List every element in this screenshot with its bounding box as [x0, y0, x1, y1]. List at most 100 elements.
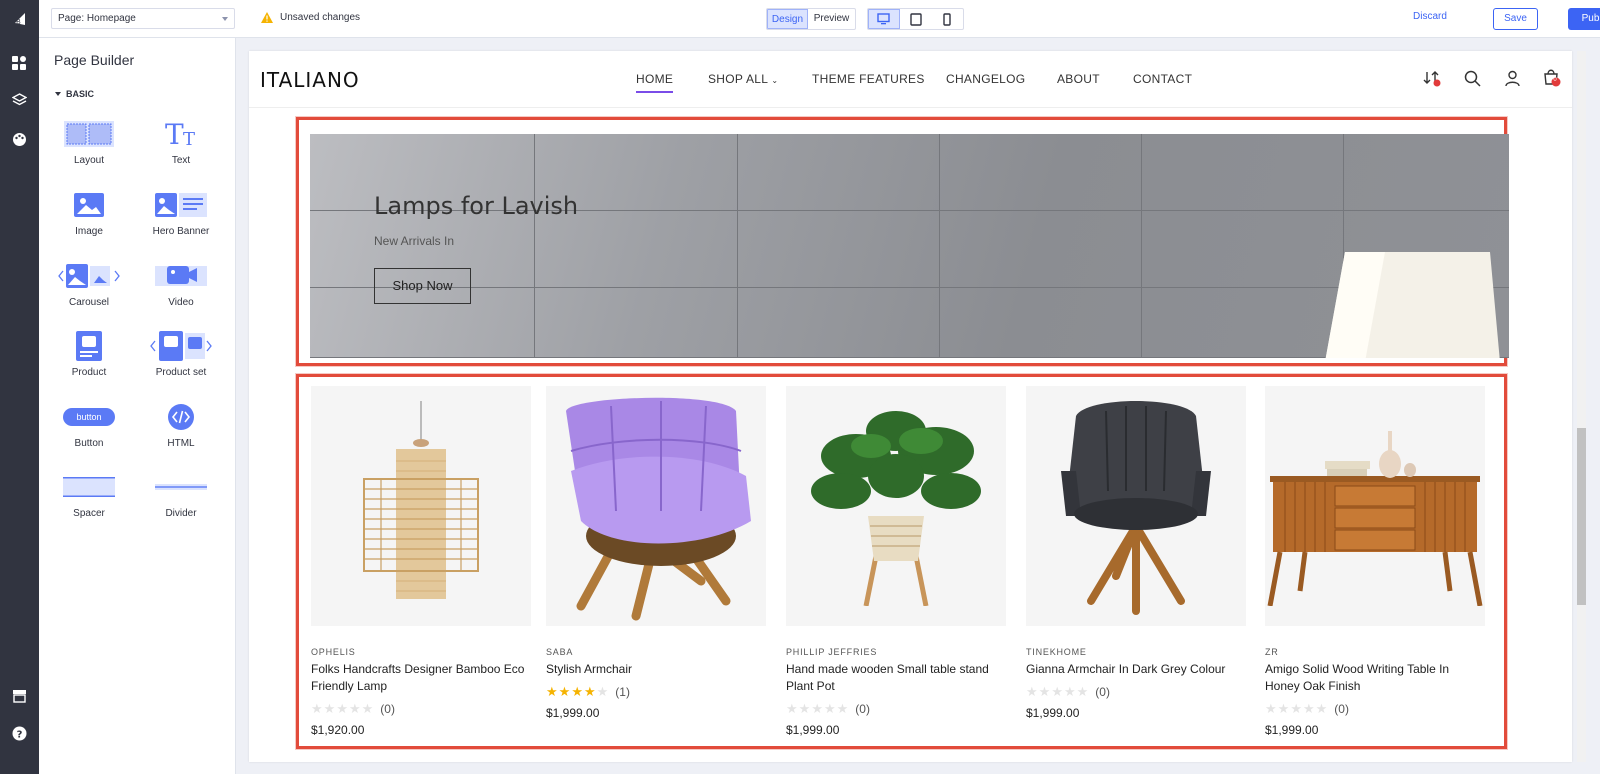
- preview-mode-button[interactable]: Preview: [808, 9, 855, 29]
- widget-image[interactable]: Image: [49, 186, 129, 237]
- product-price: $1,999.00: [786, 723, 840, 737]
- mobile-view-button[interactable]: [931, 9, 963, 29]
- rating-stars-icon: ★★★★★: [546, 684, 610, 699]
- chevron-down-icon: ⌄: [771, 76, 779, 85]
- bigcommerce-logo-icon[interactable]: B: [10, 9, 29, 28]
- widget-layout[interactable]: Layout: [49, 115, 129, 166]
- product-name[interactable]: Folks Handcrafts Designer Bamboo Eco Fri…: [311, 661, 531, 695]
- product-name[interactable]: Gianna Armchair In Dark Grey Colour: [1026, 661, 1246, 678]
- design-mode-button[interactable]: Design: [767, 9, 808, 29]
- section-basic[interactable]: BASIC: [55, 89, 94, 99]
- section-label: BASIC: [66, 89, 95, 99]
- device-toggle: [867, 8, 964, 30]
- widget-button[interactable]: button Button: [49, 398, 129, 449]
- product-card[interactable]: TINEKHOME Gianna Armchair In Dark Grey C…: [1026, 386, 1246, 720]
- review-count: (1): [615, 685, 630, 699]
- tablet-icon: [909, 12, 922, 26]
- store-logo[interactable]: ITALIANO: [260, 68, 360, 92]
- widget-carousel[interactable]: Carousel: [49, 257, 129, 308]
- cart-count: 0: [1553, 77, 1557, 83]
- widget-label: Spacer: [73, 508, 105, 519]
- layout-icon: [64, 121, 114, 147]
- account-icon[interactable]: [1501, 67, 1523, 89]
- layers-icon[interactable]: [10, 91, 29, 110]
- widget-label: Text: [171, 155, 191, 166]
- chevron-down-icon: [222, 17, 228, 21]
- product-card[interactable]: OPHELIS Folks Handcrafts Designer Bamboo…: [311, 386, 531, 737]
- product-card[interactable]: ZR Amigo Solid Wood Writing Table In Hon…: [1265, 386, 1485, 737]
- product-rating: ★★★★★ (0): [786, 701, 1006, 717]
- scrollbar-thumb[interactable]: [1577, 428, 1586, 605]
- product-image-plant-pot[interactable]: [786, 386, 1006, 626]
- product-card[interactable]: PHILLIP JEFFRIES Hand made wooden Small …: [786, 386, 1006, 737]
- product-rating: ★★★★★ (1): [546, 684, 766, 700]
- product-image-armchair[interactable]: [546, 386, 766, 626]
- widget-label: Layout: [73, 155, 105, 166]
- product-price: $1,999.00: [1265, 723, 1319, 737]
- widget-label: Product: [71, 367, 107, 378]
- top-bar: Page: Homepage Unsaved changes Design Pr…: [39, 0, 1600, 38]
- compare-icon[interactable]: [1421, 67, 1443, 89]
- widget-label: Carousel: [68, 297, 110, 308]
- product-set-icon: [150, 331, 212, 361]
- product-image-writing-table[interactable]: [1265, 386, 1485, 626]
- widget-product[interactable]: Product: [49, 327, 129, 378]
- svg-text:T: T: [165, 119, 184, 149]
- desktop-view-button[interactable]: [868, 9, 900, 29]
- rating-stars-icon: ★★★★★: [1026, 684, 1090, 699]
- video-icon: [155, 266, 207, 286]
- widget-label: Product set: [155, 367, 207, 378]
- nav-home[interactable]: HOME: [636, 72, 674, 93]
- shop-now-button[interactable]: Shop Now: [374, 268, 471, 304]
- nav-changelog[interactable]: CHANGELOG: [946, 72, 1025, 86]
- product-name[interactable]: Stylish Armchair: [546, 661, 766, 678]
- warning-icon: [261, 12, 273, 23]
- product-name[interactable]: Hand made wooden Small table stand Plant…: [786, 661, 1006, 695]
- product-image-bamboo-lamp[interactable]: [311, 386, 531, 626]
- review-count: (0): [380, 702, 395, 716]
- nav-shop-all[interactable]: SHOP ALL ⌄: [708, 72, 778, 86]
- tablet-view-button[interactable]: [900, 9, 932, 29]
- widget-label: Hero Banner: [152, 226, 210, 237]
- rating-stars-icon: ★★★★★: [311, 701, 375, 716]
- product-rating: ★★★★★ (0): [1026, 684, 1246, 700]
- discard-button[interactable]: Discard: [1413, 11, 1447, 22]
- widget-hero-banner[interactable]: Hero Banner: [141, 186, 221, 237]
- review-count: (0): [855, 702, 870, 716]
- search-icon[interactable]: [1461, 67, 1483, 89]
- hero-banner[interactable]: Lamps for Lavish New Arrivals In Shop No…: [310, 134, 1509, 358]
- widget-divider[interactable]: Divider: [141, 468, 221, 519]
- widget-html[interactable]: HTML: [141, 398, 221, 449]
- canvas-scrollbar[interactable]: [1577, 51, 1586, 762]
- theme-styles-icon[interactable]: [10, 130, 29, 149]
- page-select-value: Page: Homepage: [58, 13, 136, 24]
- storefront-icon[interactable]: [10, 686, 29, 705]
- cart-icon[interactable]: 0: [1541, 67, 1563, 89]
- widget-label: Divider: [165, 508, 197, 519]
- nav-about[interactable]: ABOUT: [1057, 72, 1100, 86]
- page-select[interactable]: Page: Homepage: [51, 8, 235, 29]
- save-button[interactable]: Save: [1493, 8, 1538, 30]
- nav-contact[interactable]: CONTACT: [1133, 72, 1192, 86]
- button-icon: button: [63, 408, 115, 426]
- widget-video[interactable]: Video: [141, 257, 221, 308]
- widget-label: Image: [75, 226, 103, 237]
- text-icon: TT: [165, 119, 195, 149]
- product-name[interactable]: Amigo Solid Wood Writing Table In Honey …: [1265, 661, 1485, 695]
- review-count: (0): [1334, 702, 1349, 716]
- unsaved-label: Unsaved changes: [280, 12, 361, 23]
- app-rail: B ?: [0, 0, 39, 774]
- product-image-grey-armchair[interactable]: [1026, 386, 1246, 626]
- publish-button[interactable]: Publish: [1568, 8, 1600, 30]
- product-card[interactable]: SABA Stylish Armchair ★★★★★ (1) $1,999.00: [546, 386, 766, 720]
- product-price: $1,999.00: [1026, 706, 1080, 720]
- help-icon[interactable]: ?: [10, 724, 29, 743]
- page-builder-icon[interactable]: [10, 54, 29, 73]
- carousel-icon: [58, 264, 120, 288]
- nav-theme-features[interactable]: THEME FEATURES: [812, 72, 925, 86]
- widget-text[interactable]: TT Text: [141, 115, 221, 166]
- product-rating: ★★★★★ (0): [311, 701, 531, 717]
- widget-product-set[interactable]: Product set: [141, 327, 221, 378]
- widget-spacer[interactable]: Spacer: [49, 468, 129, 519]
- product-icon: [76, 331, 102, 361]
